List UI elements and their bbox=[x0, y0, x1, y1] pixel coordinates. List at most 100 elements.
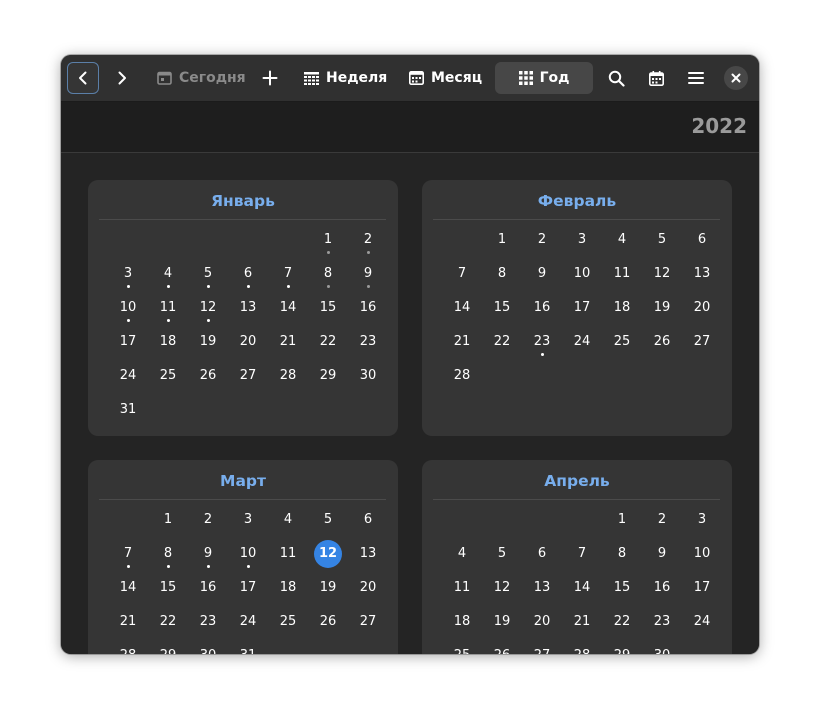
day-cell[interactable]: 8 bbox=[482, 266, 522, 282]
day-cell[interactable]: 11 bbox=[148, 300, 188, 322]
day-cell[interactable]: 13 bbox=[228, 300, 268, 316]
day-cell[interactable]: 23 bbox=[348, 334, 388, 350]
manage-calendars-button[interactable] bbox=[640, 62, 672, 94]
day-cell[interactable]: 6 bbox=[682, 232, 722, 248]
day-cell[interactable]: 22 bbox=[308, 334, 348, 350]
day-cell[interactable]: 15 bbox=[308, 300, 348, 316]
day-cell[interactable]: 28 bbox=[108, 648, 148, 654]
day-cell[interactable]: 7 bbox=[562, 546, 602, 562]
previous-button[interactable] bbox=[67, 62, 99, 94]
day-cell[interactable]: 27 bbox=[228, 368, 268, 384]
day-cell[interactable]: 8 bbox=[148, 546, 188, 568]
day-cell[interactable]: 1 bbox=[148, 512, 188, 528]
day-cell[interactable]: 9 bbox=[188, 546, 228, 568]
day-cell[interactable]: 11 bbox=[602, 266, 642, 282]
day-cell[interactable]: 15 bbox=[148, 580, 188, 596]
day-cell[interactable]: 25 bbox=[602, 334, 642, 350]
day-cell[interactable]: 19 bbox=[308, 580, 348, 596]
day-cell[interactable]: 19 bbox=[188, 334, 228, 350]
day-cell[interactable]: 13 bbox=[348, 546, 388, 562]
day-cell[interactable]: 30 bbox=[188, 648, 228, 654]
next-button[interactable] bbox=[106, 62, 138, 94]
month-card[interactable]: Апрель 1 2 3 4 5 6 7 8 9 10 11 12 13 14 15 16 17 18 19 20 21… bbox=[422, 460, 732, 654]
day-cell[interactable]: 29 bbox=[602, 648, 642, 654]
day-cell[interactable]: 4 bbox=[442, 546, 482, 562]
day-cell[interactable]: 4 bbox=[148, 266, 188, 288]
day-cell[interactable]: 27 bbox=[348, 614, 388, 630]
day-cell[interactable]: 1 bbox=[308, 232, 348, 254]
day-cell[interactable]: 17 bbox=[228, 580, 268, 596]
day-cell[interactable]: 25 bbox=[442, 648, 482, 654]
day-cell[interactable]: 10 bbox=[562, 266, 602, 282]
day-cell[interactable]: 3 bbox=[682, 512, 722, 528]
day-cell[interactable]: 26 bbox=[482, 648, 522, 654]
day-cell[interactable]: 19 bbox=[482, 614, 522, 630]
day-cell[interactable]: 18 bbox=[268, 580, 308, 596]
day-cell[interactable]: 3 bbox=[562, 232, 602, 248]
today-button[interactable]: Сегодня bbox=[153, 62, 250, 94]
day-cell[interactable]: 5 bbox=[308, 512, 348, 528]
day-cell[interactable]: 25 bbox=[268, 614, 308, 630]
day-cell[interactable]: 20 bbox=[682, 300, 722, 316]
day-cell[interactable]: 28 bbox=[442, 368, 482, 384]
day-cell[interactable]: 7 bbox=[108, 546, 148, 568]
day-cell[interactable]: 21 bbox=[562, 614, 602, 630]
month-card[interactable]: Март 1 2 3 4 5 6 7 8 9 10 11 12 13 14 15 16 17 18 19 20 21 22… bbox=[88, 460, 398, 654]
day-cell[interactable]: 28 bbox=[562, 648, 602, 654]
day-cell[interactable]: 8 bbox=[308, 266, 348, 288]
day-cell[interactable]: 6 bbox=[522, 546, 562, 562]
day-cell[interactable]: 15 bbox=[482, 300, 522, 316]
day-cell[interactable]: 23 bbox=[188, 614, 228, 630]
day-cell[interactable]: 13 bbox=[522, 580, 562, 596]
day-cell[interactable]: 26 bbox=[308, 614, 348, 630]
day-cell[interactable]: 13 bbox=[682, 266, 722, 282]
day-cell[interactable]: 17 bbox=[108, 334, 148, 350]
day-cell[interactable]: 31 bbox=[228, 648, 268, 654]
day-cell[interactable]: 26 bbox=[642, 334, 682, 350]
day-cell[interactable]: 6 bbox=[348, 512, 388, 528]
day-cell[interactable]: 2 bbox=[188, 512, 228, 528]
day-cell[interactable]: 10 bbox=[682, 546, 722, 562]
day-cell[interactable]: 5 bbox=[482, 546, 522, 562]
day-cell[interactable]: 16 bbox=[188, 580, 228, 596]
day-cell[interactable]: 20 bbox=[228, 334, 268, 350]
day-cell[interactable]: 6 bbox=[228, 266, 268, 288]
day-cell[interactable]: 12 bbox=[642, 266, 682, 282]
close-button[interactable] bbox=[724, 66, 748, 90]
day-cell[interactable]: 23 bbox=[522, 334, 562, 356]
day-cell[interactable]: 26 bbox=[188, 368, 228, 384]
year-view-button[interactable]: Год bbox=[495, 62, 593, 94]
day-cell[interactable]: 14 bbox=[268, 300, 308, 316]
day-cell[interactable]: 12 bbox=[308, 540, 348, 568]
day-cell[interactable]: 31 bbox=[108, 402, 148, 418]
day-cell[interactable]: 5 bbox=[188, 266, 228, 288]
month-view-button[interactable]: Месяц bbox=[409, 62, 482, 94]
day-cell[interactable]: 16 bbox=[348, 300, 388, 316]
day-cell[interactable]: 4 bbox=[268, 512, 308, 528]
day-cell[interactable]: 21 bbox=[268, 334, 308, 350]
day-cell[interactable]: 7 bbox=[442, 266, 482, 282]
day-cell[interactable]: 2 bbox=[348, 232, 388, 254]
day-cell[interactable]: 9 bbox=[348, 266, 388, 288]
day-cell[interactable]: 7 bbox=[268, 266, 308, 288]
day-cell[interactable]: 1 bbox=[482, 232, 522, 248]
day-cell[interactable]: 20 bbox=[522, 614, 562, 630]
day-cell[interactable]: 22 bbox=[148, 614, 188, 630]
day-cell[interactable]: 11 bbox=[442, 580, 482, 596]
day-cell[interactable]: 2 bbox=[642, 512, 682, 528]
day-cell[interactable]: 24 bbox=[562, 334, 602, 350]
day-cell[interactable]: 15 bbox=[602, 580, 642, 596]
day-cell[interactable]: 3 bbox=[228, 512, 268, 528]
month-card[interactable]: Январь 1 2 3 4 5 6 7 8 9 10 11 12 13 14 15 16 17 18 19 20 21… bbox=[88, 180, 398, 436]
day-cell[interactable]: 14 bbox=[442, 300, 482, 316]
day-cell[interactable]: 20 bbox=[348, 580, 388, 596]
day-cell[interactable]: 24 bbox=[108, 368, 148, 384]
day-cell[interactable]: 29 bbox=[148, 648, 188, 654]
day-cell[interactable]: 27 bbox=[522, 648, 562, 654]
day-cell[interactable]: 10 bbox=[228, 546, 268, 568]
day-cell[interactable]: 24 bbox=[682, 614, 722, 630]
day-cell[interactable]: 24 bbox=[228, 614, 268, 630]
day-cell[interactable]: 11 bbox=[268, 546, 308, 562]
day-cell[interactable]: 22 bbox=[602, 614, 642, 630]
day-cell[interactable]: 29 bbox=[308, 368, 348, 384]
